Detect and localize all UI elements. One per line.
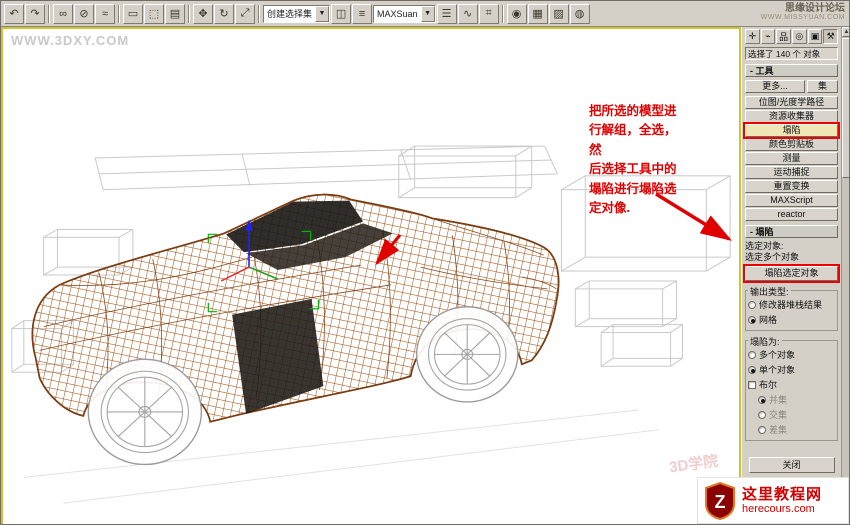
scroll-up-icon[interactable]: ▲	[842, 27, 849, 37]
measure-button[interactable]: 测量	[745, 152, 838, 165]
named-selection-set-combo[interactable]: 创建选择集 ▼	[263, 4, 331, 23]
toolbar-separator	[188, 4, 190, 23]
command-panel: ✛ ⌁ 品 ◎ ▣ ⚒ 选择了 140 个 对象 - 工具 更多... 集 位图…	[741, 27, 841, 524]
select-and-rotate-icon[interactable]: ↻	[214, 3, 234, 24]
radio-label: 修改器堆栈结果	[759, 300, 823, 310]
radio-single-object[interactable]	[748, 365, 756, 374]
named-selection-set-value: 创建选择集	[267, 9, 313, 19]
select-and-scale-icon[interactable]: ⤢	[235, 3, 255, 24]
output-type-label: 输出类型:	[748, 285, 791, 298]
reset-xform-button[interactable]: 重置变换	[745, 180, 838, 193]
collapse-selected-button[interactable]: 塌陷选定对象	[743, 264, 840, 283]
schematic-view-icon[interactable]: ⌗	[478, 3, 499, 24]
boolean-label: 布尔	[759, 380, 778, 390]
maxscript-button[interactable]: MAXScript	[745, 194, 838, 207]
z-shield-icon: Z	[705, 481, 735, 520]
command-panel-tabs: ✛ ⌁ 品 ◎ ▣ ⚒	[745, 29, 839, 44]
radio-label: 多个对象	[759, 350, 796, 360]
max-window: ↶ ↷ ∞ ⊘ ≈ ▭ ⬚ ▤ ✥ ↻ ⤢ 创建选择集 ▼ ◫ ≡ MAXSua…	[0, 0, 850, 525]
chevron-down-icon[interactable]: ▼	[420, 5, 435, 22]
asset-collector-button[interactable]: 资源收集器	[745, 110, 838, 123]
sets-button[interactable]: 集	[807, 80, 838, 93]
more-button[interactable]: 更多...	[745, 80, 805, 93]
unlink-selection-icon[interactable]: ⊘	[74, 3, 94, 24]
display-tab-icon[interactable]: ▣	[807, 29, 823, 44]
radio-intersection[interactable]	[758, 410, 766, 419]
rollout-collapse[interactable]: - 塌陷	[745, 225, 838, 238]
color-clipboard-button[interactable]: 颜色剪贴板	[745, 138, 838, 151]
toolbar-separator	[258, 4, 260, 23]
select-region-icon[interactable]: ⬚	[144, 3, 164, 24]
quick-render-icon[interactable]: ◍	[569, 3, 590, 24]
create-tab-icon[interactable]: ✛	[745, 29, 760, 44]
toolbar-separator	[118, 4, 120, 23]
radio-label: 网格	[759, 315, 778, 325]
select-object-icon[interactable]: ▭	[123, 3, 143, 24]
bind-to-space-warp-icon[interactable]: ≈	[95, 3, 115, 24]
radio-subtraction[interactable]	[758, 425, 766, 434]
close-button[interactable]: 关闭	[748, 457, 835, 473]
align-icon[interactable]: ≡	[352, 3, 373, 24]
reactor-button[interactable]: reactor	[745, 208, 838, 221]
hierarchy-tab-icon[interactable]: 品	[776, 29, 792, 44]
coordinate-system-value: MAXSuan	[377, 8, 418, 19]
logo-title: 这里教程网	[742, 485, 823, 503]
coordinate-system-combo[interactable]: MAXSuan ▼	[373, 4, 436, 23]
boolean-checkbox[interactable]	[748, 380, 756, 389]
selected-objects-value: 选定多个对象	[745, 252, 800, 262]
layer-manager-icon[interactable]: ☰	[436, 3, 457, 24]
material-editor-icon[interactable]: ◉	[506, 3, 527, 24]
motion-tab-icon[interactable]: ◎	[792, 29, 807, 44]
radio-modifier-stack-result[interactable]	[748, 300, 756, 309]
toolbar-separator	[48, 4, 50, 23]
bitmap-photometric-paths-button[interactable]: 位图/光度学路径	[745, 96, 838, 109]
modify-tab-icon[interactable]: ⌁	[760, 29, 776, 44]
collapse-utility-button[interactable]: 塌陷	[743, 122, 840, 139]
radio-label: 并集	[769, 395, 788, 405]
scrollbar-thumb[interactable]	[842, 38, 849, 178]
radio-multiple-objects[interactable]	[748, 350, 756, 359]
svg-text:Z: Z	[715, 492, 726, 512]
site-url: WWW.MISSYUAN.COM	[760, 14, 845, 21]
curve-editor-icon[interactable]: ∿	[457, 3, 478, 24]
front-wheel	[87, 358, 203, 466]
redo-icon[interactable]: ↷	[25, 3, 45, 24]
radio-label: 单个对象	[759, 365, 796, 375]
panel-scrollbar[interactable]: ▲ ▼	[841, 27, 849, 524]
select-by-name-icon[interactable]: ▤	[165, 3, 185, 24]
select-and-link-icon[interactable]: ∞	[53, 3, 73, 24]
select-and-move-icon[interactable]: ✥	[193, 3, 213, 24]
logo-url: herecours.com	[742, 502, 815, 515]
chevron-down-icon[interactable]: ▼	[315, 5, 330, 22]
radio-label: 差集	[769, 425, 788, 435]
collapse-to-group: 塌陷为: 多个对象 单个对象 布尔 并集 交集 差集	[745, 335, 838, 441]
tutorial-annotation: 把所选的模型进 行解组，全选，然 后选择工具中的 塌陷进行塌陷选 定对像.	[589, 104, 677, 215]
site-name: 思缘设计论坛	[785, 3, 845, 14]
motion-capture-button[interactable]: 运动捕捉	[745, 166, 838, 179]
render-frame-icon[interactable]: ▨	[548, 3, 569, 24]
rollout-tools[interactable]: - 工具	[745, 64, 838, 77]
radio-mesh[interactable]	[748, 315, 756, 324]
tutorial-site-logo[interactable]: Z 这里教程网 herecours.com	[697, 477, 849, 524]
viewport-watermark: WWW.3DXY.COM	[11, 33, 130, 48]
site-credit: 思缘设计论坛 WWW.MISSYUAN.COM	[761, 3, 845, 22]
mirror-icon[interactable]: ◫	[331, 3, 352, 24]
radio-union[interactable]	[758, 395, 766, 404]
selection-status: 选择了 140 个 对象	[745, 47, 838, 60]
undo-icon[interactable]: ↶	[4, 3, 24, 24]
collapse-to-label: 塌陷为:	[748, 335, 782, 348]
render-setup-icon[interactable]: ▦	[527, 3, 548, 24]
main-toolbar: ↶ ↷ ∞ ⊘ ≈ ▭ ⬚ ▤ ✥ ↻ ⤢ 创建选择集 ▼ ◫ ≡ MAXSua…	[1, 1, 849, 27]
radio-label: 交集	[769, 410, 788, 420]
rear-wheel	[415, 306, 519, 403]
selected-objects-label: 选定对象:	[745, 241, 784, 251]
utility-button-stack: 位图/光度学路径 资源收集器 塌陷 颜色剪贴板 测量 运动捕捉 重置变换 MAX…	[743, 96, 840, 221]
toolbar-separator	[501, 4, 504, 23]
utilities-tab-icon[interactable]: ⚒	[823, 29, 839, 44]
output-type-group: 输出类型: 修改器堆栈结果 网格	[745, 285, 838, 331]
